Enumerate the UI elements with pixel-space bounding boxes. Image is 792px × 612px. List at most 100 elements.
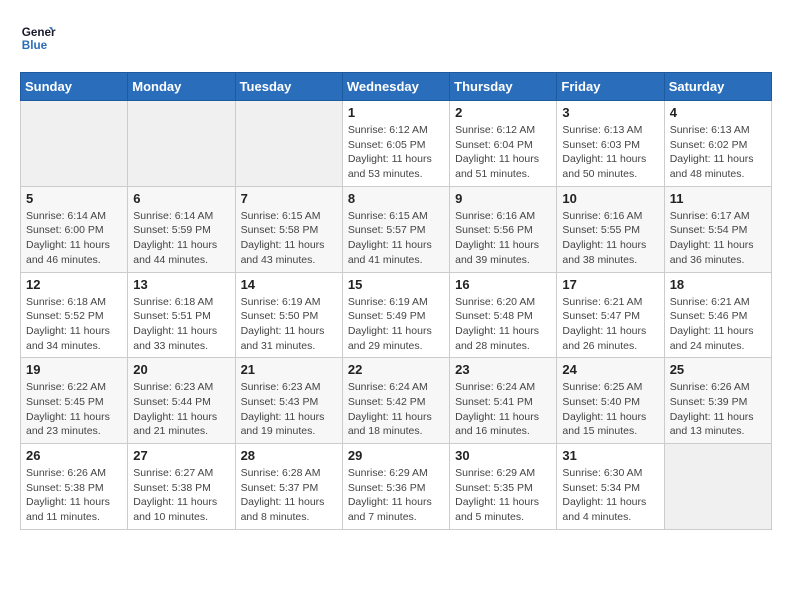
day-info: Sunrise: 6:28 AM Sunset: 5:37 PM Dayligh…	[241, 466, 337, 525]
day-number: 24	[562, 362, 658, 377]
day-info: Sunrise: 6:25 AM Sunset: 5:40 PM Dayligh…	[562, 380, 658, 439]
day-number: 14	[241, 277, 337, 292]
calendar-cell: 14 Sunrise: 6:19 AM Sunset: 5:50 PM Dayli…	[235, 272, 342, 358]
calendar-cell: 11 Sunrise: 6:17 AM Sunset: 5:54 PM Dayli…	[664, 186, 771, 272]
day-info: Sunrise: 6:18 AM Sunset: 5:51 PM Dayligh…	[133, 295, 229, 354]
day-number: 25	[670, 362, 766, 377]
day-info: Sunrise: 6:30 AM Sunset: 5:34 PM Dayligh…	[562, 466, 658, 525]
day-info: Sunrise: 6:15 AM Sunset: 5:58 PM Dayligh…	[241, 209, 337, 268]
calendar-cell: 30 Sunrise: 6:29 AM Sunset: 5:35 PM Dayli…	[450, 444, 557, 530]
calendar-header-row: SundayMondayTuesdayWednesdayThursdayFrid…	[21, 73, 772, 101]
calendar-table: SundayMondayTuesdayWednesdayThursdayFrid…	[20, 72, 772, 530]
calendar-cell: 5Sunrise: 6:14 AM Sunset: 6:00 PM Daylig…	[21, 186, 128, 272]
calendar-week-row: 1 Sunrise: 6:12 AM Sunset: 6:05 PM Daylig…	[21, 101, 772, 187]
day-number: 31	[562, 448, 658, 463]
day-info: Sunrise: 6:18 AM Sunset: 5:52 PM Dayligh…	[26, 295, 122, 354]
day-number: 20	[133, 362, 229, 377]
day-number: 9	[455, 191, 551, 206]
day-number: 1	[348, 105, 444, 120]
day-number: 3	[562, 105, 658, 120]
day-info: Sunrise: 6:29 AM Sunset: 5:35 PM Dayligh…	[455, 466, 551, 525]
calendar-cell	[235, 101, 342, 187]
day-info: Sunrise: 6:20 AM Sunset: 5:48 PM Dayligh…	[455, 295, 551, 354]
weekday-header: Sunday	[21, 73, 128, 101]
day-info: Sunrise: 6:15 AM Sunset: 5:57 PM Dayligh…	[348, 209, 444, 268]
day-info: Sunrise: 6:16 AM Sunset: 5:56 PM Dayligh…	[455, 209, 551, 268]
day-info: Sunrise: 6:19 AM Sunset: 5:49 PM Dayligh…	[348, 295, 444, 354]
calendar-week-row: 26 Sunrise: 6:26 AM Sunset: 5:38 PM Dayli…	[21, 444, 772, 530]
calendar-week-row: 19 Sunrise: 6:22 AM Sunset: 5:45 PM Dayli…	[21, 358, 772, 444]
calendar-cell: 25 Sunrise: 6:26 AM Sunset: 5:39 PM Dayli…	[664, 358, 771, 444]
day-info: Sunrise: 6:26 AM Sunset: 5:39 PM Dayligh…	[670, 380, 766, 439]
day-number: 27	[133, 448, 229, 463]
logo: General Blue	[20, 20, 60, 56]
day-info: Sunrise: 6:17 AM Sunset: 5:54 PM Dayligh…	[670, 209, 766, 268]
calendar-cell	[664, 444, 771, 530]
day-info: Sunrise: 6:12 AM Sunset: 6:05 PM Dayligh…	[348, 123, 444, 182]
calendar-cell: 31 Sunrise: 6:30 AM Sunset: 5:34 PM Dayli…	[557, 444, 664, 530]
weekday-header: Saturday	[664, 73, 771, 101]
day-number: 12	[26, 277, 122, 292]
calendar-cell: 19 Sunrise: 6:22 AM Sunset: 5:45 PM Dayli…	[21, 358, 128, 444]
day-number: 19	[26, 362, 122, 377]
day-info: Sunrise: 6:22 AM Sunset: 5:45 PM Dayligh…	[26, 380, 122, 439]
page-header: General Blue	[20, 20, 772, 56]
day-number: 18	[670, 277, 766, 292]
day-info: Sunrise: 6:27 AM Sunset: 5:38 PM Dayligh…	[133, 466, 229, 525]
calendar-cell	[21, 101, 128, 187]
day-number: 10	[562, 191, 658, 206]
day-info: Sunrise: 6:16 AM Sunset: 5:55 PM Dayligh…	[562, 209, 658, 268]
calendar-cell: 7 Sunrise: 6:15 AM Sunset: 5:58 PM Daylig…	[235, 186, 342, 272]
day-number: 23	[455, 362, 551, 377]
calendar-week-row: 5Sunrise: 6:14 AM Sunset: 6:00 PM Daylig…	[21, 186, 772, 272]
calendar-cell: 15 Sunrise: 6:19 AM Sunset: 5:49 PM Dayli…	[342, 272, 449, 358]
day-number: 30	[455, 448, 551, 463]
day-info: Sunrise: 6:13 AM Sunset: 6:03 PM Dayligh…	[562, 123, 658, 182]
day-number: 2	[455, 105, 551, 120]
calendar-cell: 18Sunrise: 6:21 AM Sunset: 5:46 PM Dayli…	[664, 272, 771, 358]
day-number: 11	[670, 191, 766, 206]
day-number: 4	[670, 105, 766, 120]
calendar-cell: 24 Sunrise: 6:25 AM Sunset: 5:40 PM Dayli…	[557, 358, 664, 444]
day-info: Sunrise: 6:24 AM Sunset: 5:41 PM Dayligh…	[455, 380, 551, 439]
calendar-cell: 28 Sunrise: 6:28 AM Sunset: 5:37 PM Dayli…	[235, 444, 342, 530]
day-info: Sunrise: 6:21 AM Sunset: 5:47 PM Dayligh…	[562, 295, 658, 354]
calendar-cell	[128, 101, 235, 187]
weekday-header: Monday	[128, 73, 235, 101]
calendar-cell: 23 Sunrise: 6:24 AM Sunset: 5:41 PM Dayli…	[450, 358, 557, 444]
day-number: 16	[455, 277, 551, 292]
day-number: 5	[26, 191, 122, 206]
day-number: 7	[241, 191, 337, 206]
svg-text:Blue: Blue	[22, 39, 48, 52]
calendar-cell: 12 Sunrise: 6:18 AM Sunset: 5:52 PM Dayli…	[21, 272, 128, 358]
calendar-week-row: 12 Sunrise: 6:18 AM Sunset: 5:52 PM Dayli…	[21, 272, 772, 358]
day-info: Sunrise: 6:29 AM Sunset: 5:36 PM Dayligh…	[348, 466, 444, 525]
calendar-cell: 29 Sunrise: 6:29 AM Sunset: 5:36 PM Dayli…	[342, 444, 449, 530]
day-number: 17	[562, 277, 658, 292]
day-number: 15	[348, 277, 444, 292]
day-number: 13	[133, 277, 229, 292]
weekday-header: Friday	[557, 73, 664, 101]
calendar-cell: 17 Sunrise: 6:21 AM Sunset: 5:47 PM Dayli…	[557, 272, 664, 358]
weekday-header: Thursday	[450, 73, 557, 101]
day-number: 29	[348, 448, 444, 463]
calendar-cell: 13 Sunrise: 6:18 AM Sunset: 5:51 PM Dayli…	[128, 272, 235, 358]
day-number: 26	[26, 448, 122, 463]
day-info: Sunrise: 6:26 AM Sunset: 5:38 PM Dayligh…	[26, 466, 122, 525]
calendar-cell: 9 Sunrise: 6:16 AM Sunset: 5:56 PM Daylig…	[450, 186, 557, 272]
day-info: Sunrise: 6:13 AM Sunset: 6:02 PM Dayligh…	[670, 123, 766, 182]
calendar-cell: 4 Sunrise: 6:13 AM Sunset: 6:02 PM Daylig…	[664, 101, 771, 187]
calendar-cell: 8Sunrise: 6:15 AM Sunset: 5:57 PM Daylig…	[342, 186, 449, 272]
day-number: 28	[241, 448, 337, 463]
calendar-cell: 2Sunrise: 6:12 AM Sunset: 6:04 PM Daylig…	[450, 101, 557, 187]
calendar-cell: 3 Sunrise: 6:13 AM Sunset: 6:03 PM Daylig…	[557, 101, 664, 187]
calendar-cell: 1 Sunrise: 6:12 AM Sunset: 6:05 PM Daylig…	[342, 101, 449, 187]
weekday-header: Wednesday	[342, 73, 449, 101]
day-info: Sunrise: 6:23 AM Sunset: 5:43 PM Dayligh…	[241, 380, 337, 439]
day-info: Sunrise: 6:19 AM Sunset: 5:50 PM Dayligh…	[241, 295, 337, 354]
day-info: Sunrise: 6:14 AM Sunset: 5:59 PM Dayligh…	[133, 209, 229, 268]
calendar-cell: 26 Sunrise: 6:26 AM Sunset: 5:38 PM Dayli…	[21, 444, 128, 530]
day-number: 22	[348, 362, 444, 377]
calendar-cell: 20Sunrise: 6:23 AM Sunset: 5:44 PM Dayli…	[128, 358, 235, 444]
calendar-cell: 16 Sunrise: 6:20 AM Sunset: 5:48 PM Dayli…	[450, 272, 557, 358]
